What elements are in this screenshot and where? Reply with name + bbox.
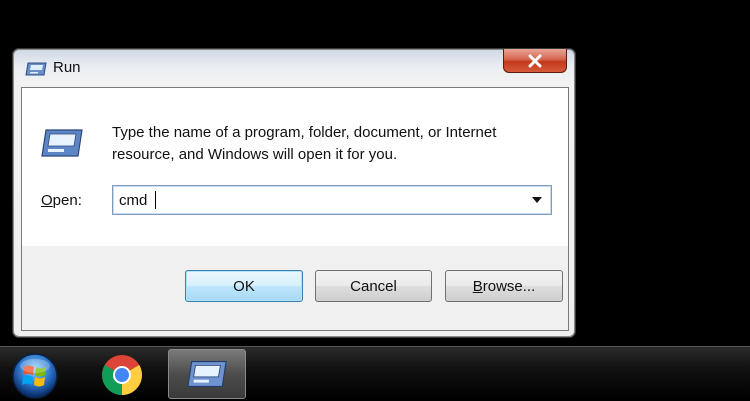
open-label: Open: [41, 192, 82, 209]
ok-button[interactable]: OK [185, 270, 303, 302]
open-input[interactable] [119, 190, 509, 210]
start-orb-icon[interactable] [10, 351, 60, 401]
description-text: Type the name of a program, folder, docu… [112, 122, 552, 166]
window-title: Run [53, 59, 81, 76]
browse-label: rowse... [482, 277, 536, 295]
chrome-icon[interactable] [100, 353, 144, 397]
description-line-1: Type the name of a program, folder, docu… [112, 124, 497, 141]
run-dialog: Run Type the name of a program, folder, … [12, 48, 576, 338]
run-program-icon [41, 129, 83, 157]
dialog-content: Type the name of a program, folder, docu… [22, 88, 568, 246]
taskbar [0, 346, 750, 401]
dropdown-arrow-icon [532, 197, 542, 203]
dropdown-button[interactable] [527, 190, 547, 210]
cancel-button[interactable]: Cancel [315, 270, 432, 302]
browse-mnemonic: B [472, 277, 483, 295]
browse-button[interactable]: Browse... [445, 270, 563, 302]
close-button[interactable] [503, 49, 567, 73]
open-combobox[interactable] [112, 185, 552, 215]
dialog-client: Type the name of a program, folder, docu… [21, 87, 569, 331]
text-caret [155, 191, 156, 209]
run-icon [25, 62, 47, 76]
open-label-mnemonic: O [41, 192, 53, 209]
description-line-2: resource, and Windows will open it for y… [112, 146, 398, 163]
title-bar[interactable]: Run [13, 49, 575, 85]
run-icon [187, 361, 227, 387]
close-icon [528, 54, 542, 67]
open-label-text: pen: [52, 192, 82, 209]
taskbar-run-button[interactable] [168, 349, 246, 399]
